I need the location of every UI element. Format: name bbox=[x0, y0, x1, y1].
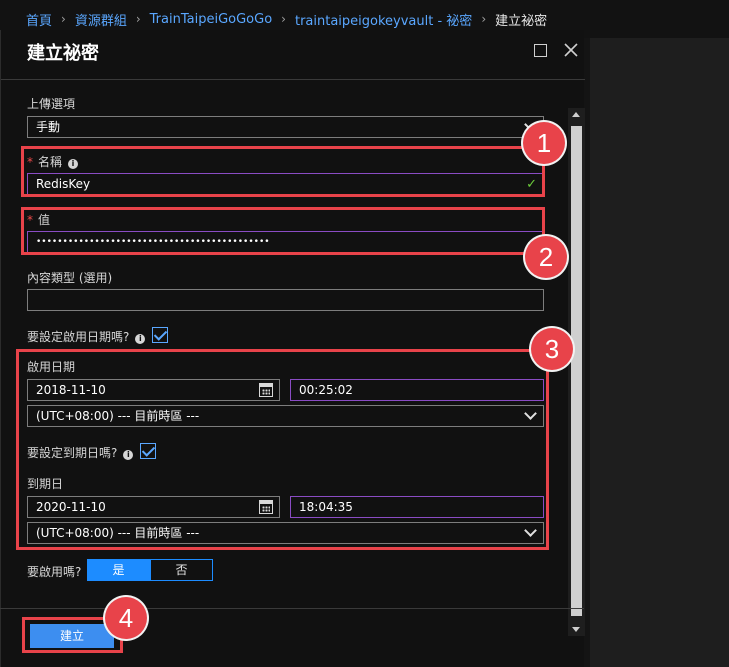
breadcrumb-separator: › bbox=[481, 12, 487, 26]
close-icon[interactable] bbox=[563, 42, 579, 58]
footer-divider bbox=[0, 608, 584, 609]
annotation-badge-2: 2 bbox=[525, 236, 567, 278]
content-type-input[interactable] bbox=[27, 289, 544, 311]
breadcrumb-separator: › bbox=[281, 12, 286, 26]
enabled-yes-option[interactable]: 是 bbox=[87, 559, 150, 581]
annotation-badge-3: 3 bbox=[531, 328, 573, 370]
breadcrumb-home[interactable]: 首頁 bbox=[26, 10, 52, 29]
scroll-down-arrow-icon[interactable] bbox=[572, 627, 580, 632]
annotation-box-dates bbox=[16, 349, 549, 550]
blade-title: 建立祕密 bbox=[27, 43, 99, 64]
breadcrumb-resource-groups[interactable]: 資源群組 bbox=[75, 10, 127, 29]
content-type-label: 內容類型 (選用) bbox=[27, 271, 113, 285]
info-icon[interactable]: i bbox=[135, 334, 146, 344]
set-activation-text: 要設定啟用日期嗎? bbox=[27, 330, 130, 344]
upload-options-value: 手動 bbox=[36, 120, 61, 134]
breadcrumb-separator: › bbox=[61, 12, 66, 26]
annotation-box-name bbox=[21, 146, 545, 197]
maximize-icon[interactable] bbox=[534, 44, 547, 57]
annotation-badge-1: 1 bbox=[523, 122, 565, 164]
blade-header: 建立祕密 bbox=[1, 30, 585, 80]
set-activation-checkbox[interactable] bbox=[152, 327, 168, 343]
annotation-badge-4: 4 bbox=[105, 597, 147, 639]
set-activation-label: 要設定啟用日期嗎? i bbox=[27, 328, 146, 345]
breadcrumb-current: 建立祕密 bbox=[495, 13, 548, 29]
breadcrumb-separator: › bbox=[135, 12, 141, 26]
upload-options-label: 上傳選項 bbox=[27, 97, 76, 111]
scroll-up-arrow-icon[interactable] bbox=[572, 112, 580, 117]
breadcrumb-keyvault-secrets[interactable]: traintaipeigokeyvault - 祕密 bbox=[295, 10, 472, 29]
scroll-thumb[interactable] bbox=[571, 126, 582, 616]
upload-options-select[interactable]: 手動 bbox=[27, 116, 544, 138]
enabled-label: 要啟用嗎? bbox=[27, 565, 82, 579]
scrollbar[interactable] bbox=[568, 108, 585, 636]
enabled-no-option[interactable]: 否 bbox=[150, 559, 213, 581]
breadcrumb-resource-group[interactable]: TrainTaipeiGoGoGo bbox=[150, 12, 273, 27]
annotation-box-value bbox=[21, 207, 545, 255]
adjacent-blade bbox=[590, 38, 729, 667]
